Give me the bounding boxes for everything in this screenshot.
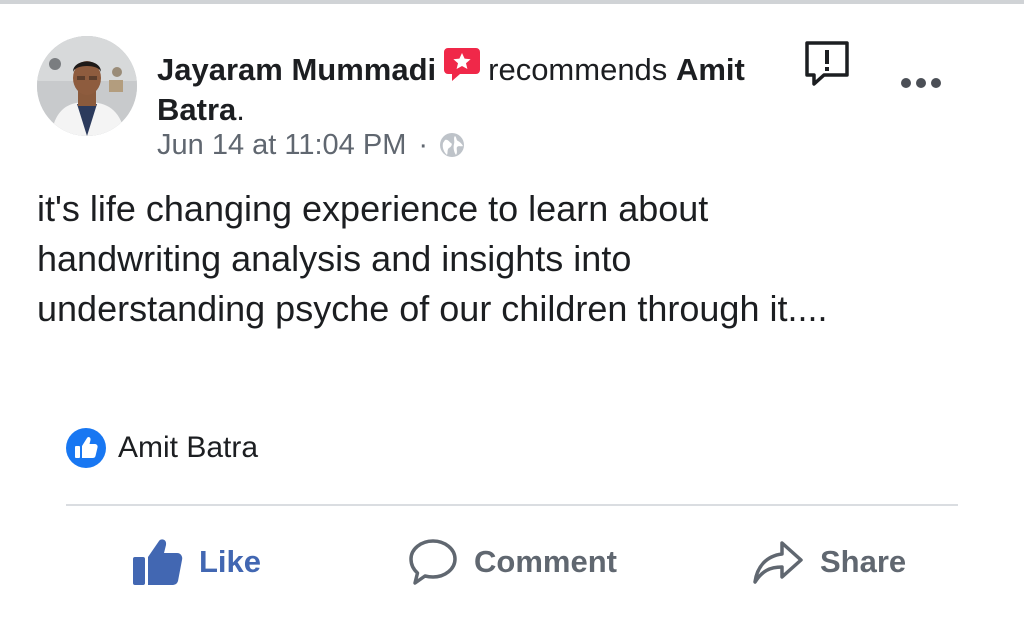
- share-button[interactable]: Share: [752, 534, 906, 590]
- more-options-icon[interactable]: [898, 74, 944, 92]
- comment-icon: [409, 539, 457, 585]
- reactions-summary[interactable]: Amit Batra: [66, 428, 258, 468]
- divider: [66, 504, 958, 506]
- post-header-text: Jayaram Mummadi recommends Amit Batra.: [157, 44, 777, 130]
- page-name-first[interactable]: Amit: [676, 52, 745, 87]
- avatar[interactable]: [37, 36, 137, 136]
- header-period: .: [236, 92, 245, 127]
- meta-separator: ·: [418, 129, 429, 161]
- thumbs-up-icon: [133, 539, 183, 585]
- share-label: Share: [820, 544, 907, 579]
- comment-label: Comment: [474, 544, 617, 579]
- post-body-text: it's life changing experience to learn a…: [37, 188, 828, 329]
- report-icon[interactable]: [802, 38, 852, 88]
- timestamp[interactable]: Jun 14 at 11:04 PM: [157, 126, 406, 164]
- post-meta: Jun 14 at 11:04 PM ·: [157, 126, 466, 164]
- share-icon: [753, 541, 803, 584]
- reactor-names: Amit Batra: [118, 431, 259, 464]
- recommendation-icon: [442, 44, 482, 84]
- avatar-photo: [37, 36, 137, 136]
- post-card: Jayaram Mummadi recommends Amit Batra. Jun…: [0, 0, 1024, 624]
- comment-button[interactable]: Comment: [408, 534, 617, 590]
- like-button[interactable]: Like: [131, 534, 261, 590]
- recommends-text: recommends: [488, 52, 668, 87]
- globe-icon: [438, 131, 466, 159]
- page-name-second[interactable]: Batra: [157, 92, 236, 127]
- author-name[interactable]: Jayaram Mummadi: [157, 52, 436, 87]
- like-label: Like: [199, 544, 262, 579]
- like-badge-icon: [66, 428, 106, 468]
